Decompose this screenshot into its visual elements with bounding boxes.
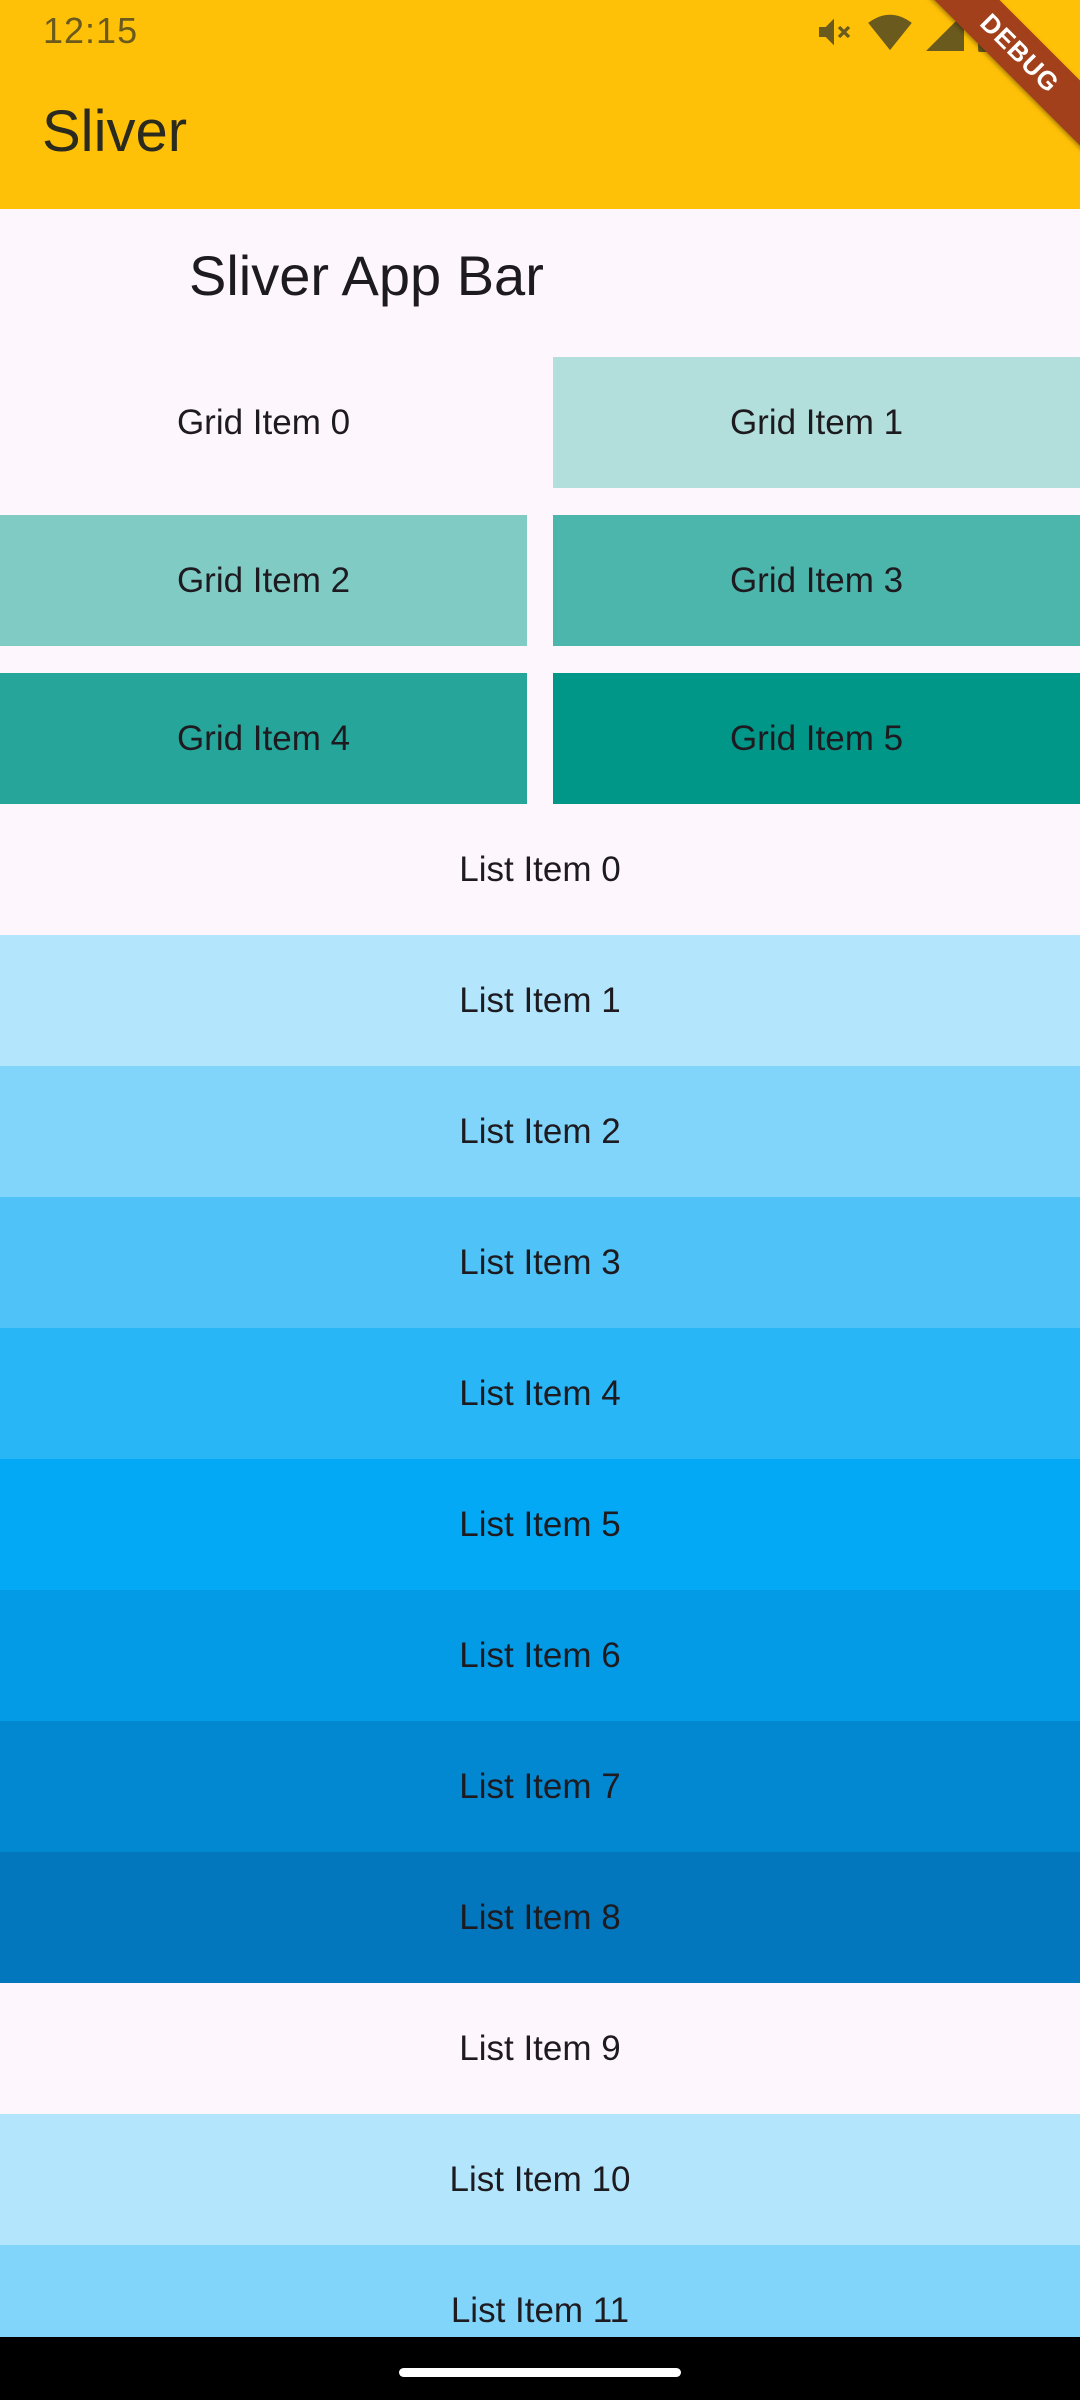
grid-item[interactable]: Grid Item 2 — [0, 515, 527, 646]
sliver-app-bar-title: Sliver App Bar — [189, 244, 544, 307]
grid-item[interactable]: Grid Item 0 — [0, 357, 527, 488]
grid-item[interactable]: Grid Item 1 — [553, 357, 1080, 488]
sliver-app-bar: Sliver App Bar — [0, 209, 1080, 357]
app-bar-title: Sliver — [42, 99, 188, 164]
list-item[interactable]: List Item 1 — [0, 935, 1080, 1066]
grid-item[interactable]: Grid Item 4 — [0, 673, 527, 804]
mute-icon — [814, 12, 854, 52]
list-item[interactable]: List Item 8 — [0, 1852, 1080, 1983]
list-item[interactable]: List Item 10 — [0, 2114, 1080, 2245]
list-item[interactable]: List Item 7 — [0, 1721, 1080, 1852]
screen: 12:15 Sliver DEBUG Sliver App Bar Grid I… — [0, 0, 1080, 2400]
wifi-icon — [868, 12, 912, 52]
list-item[interactable]: List Item 6 — [0, 1590, 1080, 1721]
list-item[interactable]: List Item 3 — [0, 1197, 1080, 1328]
list-item[interactable]: List Item 0 — [0, 804, 1080, 935]
home-gesture-handle[interactable] — [399, 2368, 681, 2377]
list-item[interactable]: List Item 5 — [0, 1459, 1080, 1590]
list-item[interactable]: List Item 9 — [0, 1983, 1080, 2114]
grid-item[interactable]: Grid Item 5 — [553, 673, 1080, 804]
grid-item[interactable]: Grid Item 3 — [553, 515, 1080, 646]
list-item[interactable]: List Item 2 — [0, 1066, 1080, 1197]
list-item[interactable]: List Item 4 — [0, 1328, 1080, 1459]
app-bar: 12:15 Sliver — [0, 0, 1080, 209]
status-time: 12:15 — [43, 10, 139, 51]
